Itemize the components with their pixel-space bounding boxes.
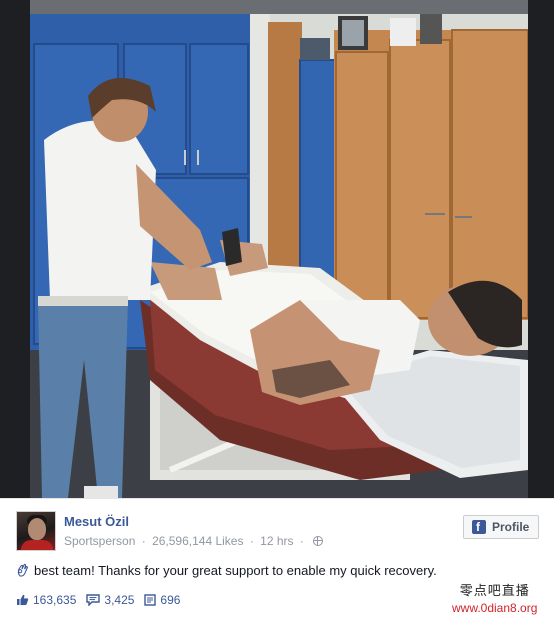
post-message: best team! Thanks for your great support… xyxy=(16,563,437,578)
profile-button-label: Profile xyxy=(492,520,530,534)
meta-separator: · xyxy=(141,533,146,548)
watermark: 零点吧直播 www.0dian8.org xyxy=(452,584,537,616)
facebook-post: Mesut Özil Sportsperson · 26,596,144 Lik… xyxy=(0,0,554,621)
profile-button[interactable]: Profile xyxy=(463,515,539,539)
watermark-url: www.0dian8.org xyxy=(452,601,538,615)
post-meta: Sportsperson · 26,596,144 Likes · 12 hrs… xyxy=(64,533,324,548)
comment-count[interactable]: 3,425 xyxy=(86,593,134,607)
page-likes-count[interactable]: 26,596,144 Likes xyxy=(152,534,243,548)
watermark-chinese: 零点吧直播 xyxy=(459,584,530,599)
post-info: Mesut Özil Sportsperson · 26,596,144 Lik… xyxy=(0,498,554,621)
ok-hand-icon xyxy=(17,563,28,577)
physio-room-photo xyxy=(30,0,529,498)
post-timestamp[interactable]: 12 hrs xyxy=(260,534,293,548)
post-photo[interactable] xyxy=(0,0,554,498)
share-count-value: 696 xyxy=(160,593,181,607)
like-count-value: 163,635 xyxy=(33,593,77,607)
meta-separator: · xyxy=(249,533,254,548)
avatar[interactable] xyxy=(16,511,56,551)
facebook-icon xyxy=(472,520,486,534)
comment-count-value: 3,425 xyxy=(104,593,135,607)
post-stats: 163,635 3,425 696 xyxy=(16,593,190,607)
photo-border-right xyxy=(528,0,554,498)
avatar-face xyxy=(28,518,46,540)
post-message-text: best team! Thanks for your great support… xyxy=(34,563,437,578)
meta-separator: · xyxy=(299,533,304,548)
photo-border-left xyxy=(0,0,30,498)
like-count[interactable]: 163,635 xyxy=(16,593,76,607)
share-count[interactable]: 696 xyxy=(144,593,180,607)
share-icon xyxy=(144,594,157,606)
comment-icon xyxy=(86,594,101,606)
page-category[interactable]: Sportsperson xyxy=(64,534,135,548)
globe-icon[interactable] xyxy=(313,535,324,546)
page-name-link[interactable]: Mesut Özil xyxy=(64,514,129,529)
thumbs-up-icon xyxy=(17,594,29,605)
avatar-shirt xyxy=(21,540,53,550)
